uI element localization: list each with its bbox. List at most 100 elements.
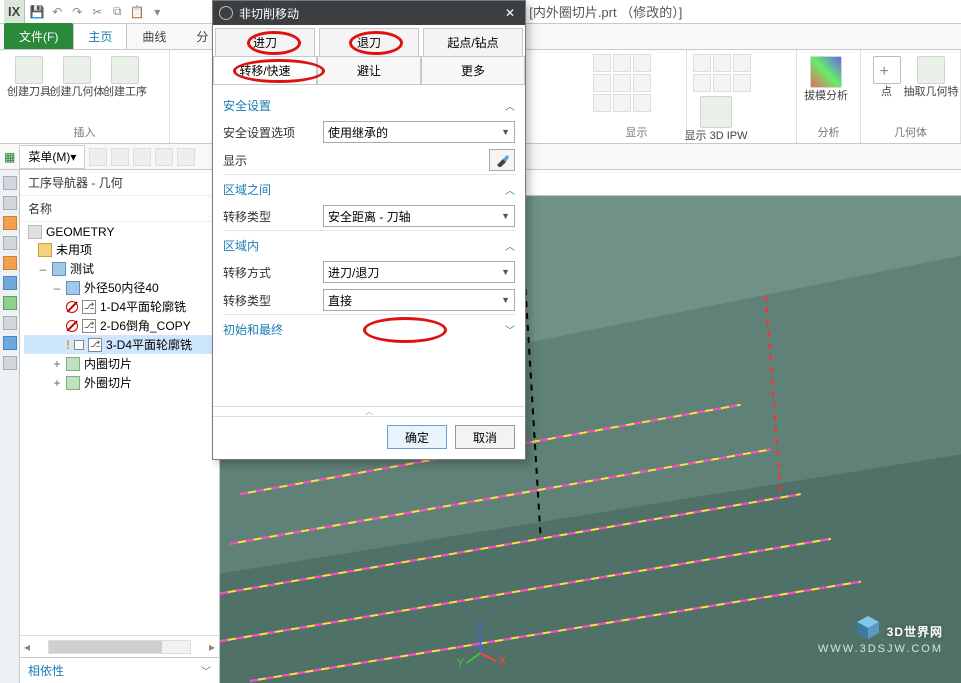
coord-icon	[52, 262, 66, 276]
dialog-buttons: 确定 取消	[213, 416, 525, 459]
tab-retract[interactable]: 退刀	[319, 28, 419, 56]
dialog-tabs-row2: 转移/快速 避让 更多	[213, 57, 525, 85]
mr-ic4[interactable]	[155, 148, 173, 166]
warn-icon: !	[66, 338, 70, 352]
label-within-type: 转移类型	[223, 292, 315, 309]
nav-title: 工序导航器 - 几何	[20, 170, 219, 196]
checkbox-icon	[74, 340, 84, 350]
ribbon-group-analysis: 拔模分析 分析	[797, 50, 861, 143]
nav-hscroll[interactable]: ◂ ▸	[20, 635, 219, 657]
folder-icon	[38, 243, 52, 257]
sb-ic-1[interactable]	[3, 176, 17, 190]
scrollbar-thumb[interactable]	[49, 641, 162, 653]
tab-file[interactable]: 文件(F)	[4, 23, 73, 49]
tool-create-tool[interactable]: 创建刀具	[6, 54, 52, 123]
sb-ic-4[interactable]	[3, 236, 17, 250]
nav-column-name: 名称	[20, 196, 219, 222]
sb-ic-6[interactable]	[3, 276, 17, 290]
dialog-resize-handle[interactable]: ︿	[213, 406, 525, 416]
dependency-panel[interactable]: 相依性﹀	[20, 657, 219, 683]
tree-outer[interactable]: +外圈切片	[24, 373, 219, 392]
tree-unused[interactable]: 未用项	[24, 240, 219, 259]
ribbon-group-workpiece: 显示 3D IPW 工件	[687, 50, 797, 143]
ribbon-group-display: 显示	[587, 50, 687, 143]
op-icon: ⎇	[88, 338, 102, 352]
tree-op1[interactable]: ⎇1-D4平面轮廓铣	[24, 297, 219, 316]
select-safe-option[interactable]: 使用继承的▼	[323, 121, 515, 143]
svg-text:Z: Z	[476, 620, 483, 634]
tab-curve[interactable]: 曲线	[127, 23, 181, 49]
qat-save-icon[interactable]: 💾	[29, 4, 45, 20]
menu-button[interactable]: 菜单(M) ▾	[19, 145, 85, 169]
sb-ic-9[interactable]	[3, 336, 17, 350]
tool-show-3d-ipw[interactable]: 显示 3D IPW	[693, 94, 739, 144]
section-safe[interactable]: 安全设置︿	[223, 91, 515, 118]
qat-more-icon[interactable]: ▾	[149, 4, 165, 20]
chevron-down-icon: ▼	[501, 211, 510, 221]
ribbon-group-insert: 创建刀具 创建几何体 创建工序 插入	[0, 50, 170, 143]
cube-icon	[855, 614, 881, 640]
sb-ic-3[interactable]	[3, 216, 17, 230]
select-between-type[interactable]: 安全距离 - 刀轴▼	[323, 205, 515, 227]
select-within-type[interactable]: 直接▼	[323, 289, 515, 311]
tool-extract[interactable]: 抽取几何特	[908, 54, 954, 123]
close-icon[interactable]: ✕	[501, 6, 519, 20]
sidebar-iconstrip	[0, 170, 20, 683]
tree-od[interactable]: –外径50内径40	[24, 278, 219, 297]
chevron-down-icon: ﹀	[505, 322, 515, 337]
ok-button[interactable]: 确定	[387, 425, 447, 449]
app-logo: IX	[4, 0, 25, 24]
qat-undo-icon[interactable]: ↶	[49, 4, 65, 20]
chevron-up-icon: ︿	[505, 98, 515, 113]
chevron-down-icon: ▼	[501, 127, 510, 137]
tab-engage[interactable]: 进刀	[215, 28, 315, 56]
tree-root[interactable]: GEOMETRY	[24, 224, 219, 240]
tree-op2[interactable]: ⎇2-D6倒角_COPY	[24, 316, 219, 335]
sb-ic-2[interactable]	[3, 196, 17, 210]
workpiece-icon	[66, 376, 80, 390]
tool-create-geom[interactable]: 创建几何体	[54, 54, 100, 123]
tab-more[interactable]: 更多	[421, 57, 525, 84]
tree-op3[interactable]: !⎇3-D4平面轮廓铣	[24, 335, 219, 354]
qat-copy-icon[interactable]: ⧉	[109, 4, 125, 20]
chevron-down-icon: ▼	[501, 267, 510, 277]
display-button[interactable]	[489, 149, 515, 171]
qat-redo-icon[interactable]: ↷	[69, 4, 85, 20]
section-between[interactable]: 区域之间︿	[223, 174, 515, 202]
watermark: 3D世界网 WWW.3DSJW.COM	[818, 612, 943, 655]
tab-avoid[interactable]: 避让	[317, 57, 421, 84]
tool-draft-analysis[interactable]: 拔模分析	[803, 54, 849, 123]
section-initfinal[interactable]: 初始和最终﹀	[223, 314, 515, 342]
operation-navigator: 工序导航器 - 几何 名称 GEOMETRY 未用项 –测试 –外径50内径40…	[20, 170, 220, 683]
chevron-down-icon: ﹀	[201, 663, 211, 678]
label-display: 显示	[223, 152, 315, 169]
tab-home[interactable]: 主页	[73, 23, 127, 49]
flashlight-icon	[495, 153, 509, 167]
tree-test[interactable]: –测试	[24, 259, 219, 278]
sb-ic-10[interactable]	[3, 356, 17, 370]
disp-ic[interactable]	[593, 54, 611, 72]
tab-start[interactable]: 起点/钻点	[423, 28, 523, 56]
dialog-tabs-row1: 进刀 退刀 起点/钻点	[213, 25, 525, 57]
qat-paste-icon[interactable]: 📋	[129, 4, 145, 20]
qat-cut-icon[interactable]: ✂	[89, 4, 105, 20]
dialog-titlebar[interactable]: 非切削移动 ✕	[213, 1, 525, 25]
tool-create-op[interactable]: 创建工序	[102, 54, 148, 123]
mr-ic5[interactable]	[177, 148, 195, 166]
sb-ic-8[interactable]	[3, 316, 17, 330]
ribbon-group-geom: +点 抽取几何特 几何体	[861, 50, 961, 143]
section-within[interactable]: 区域内︿	[223, 230, 515, 258]
mr-ic3[interactable]	[133, 148, 151, 166]
svg-text:X: X	[498, 654, 506, 668]
nav-tree[interactable]: GEOMETRY 未用项 –测试 –外径50内径40 ⎇1-D4平面轮廓铣 ⎇2…	[20, 222, 219, 635]
mr-ic1[interactable]	[89, 148, 107, 166]
sb-ic-7[interactable]	[3, 296, 17, 310]
tree-inner[interactable]: +内圈切片	[24, 354, 219, 373]
select-within-mode[interactable]: 进刀/退刀▼	[323, 261, 515, 283]
sb-ic-5[interactable]	[3, 256, 17, 270]
tab-transfer[interactable]: 转移/快速	[213, 57, 317, 84]
tool-point[interactable]: +点	[867, 54, 906, 123]
cancel-button[interactable]: 取消	[455, 425, 515, 449]
label-safe-option: 安全设置选项	[223, 124, 315, 141]
mr-ic2[interactable]	[111, 148, 129, 166]
